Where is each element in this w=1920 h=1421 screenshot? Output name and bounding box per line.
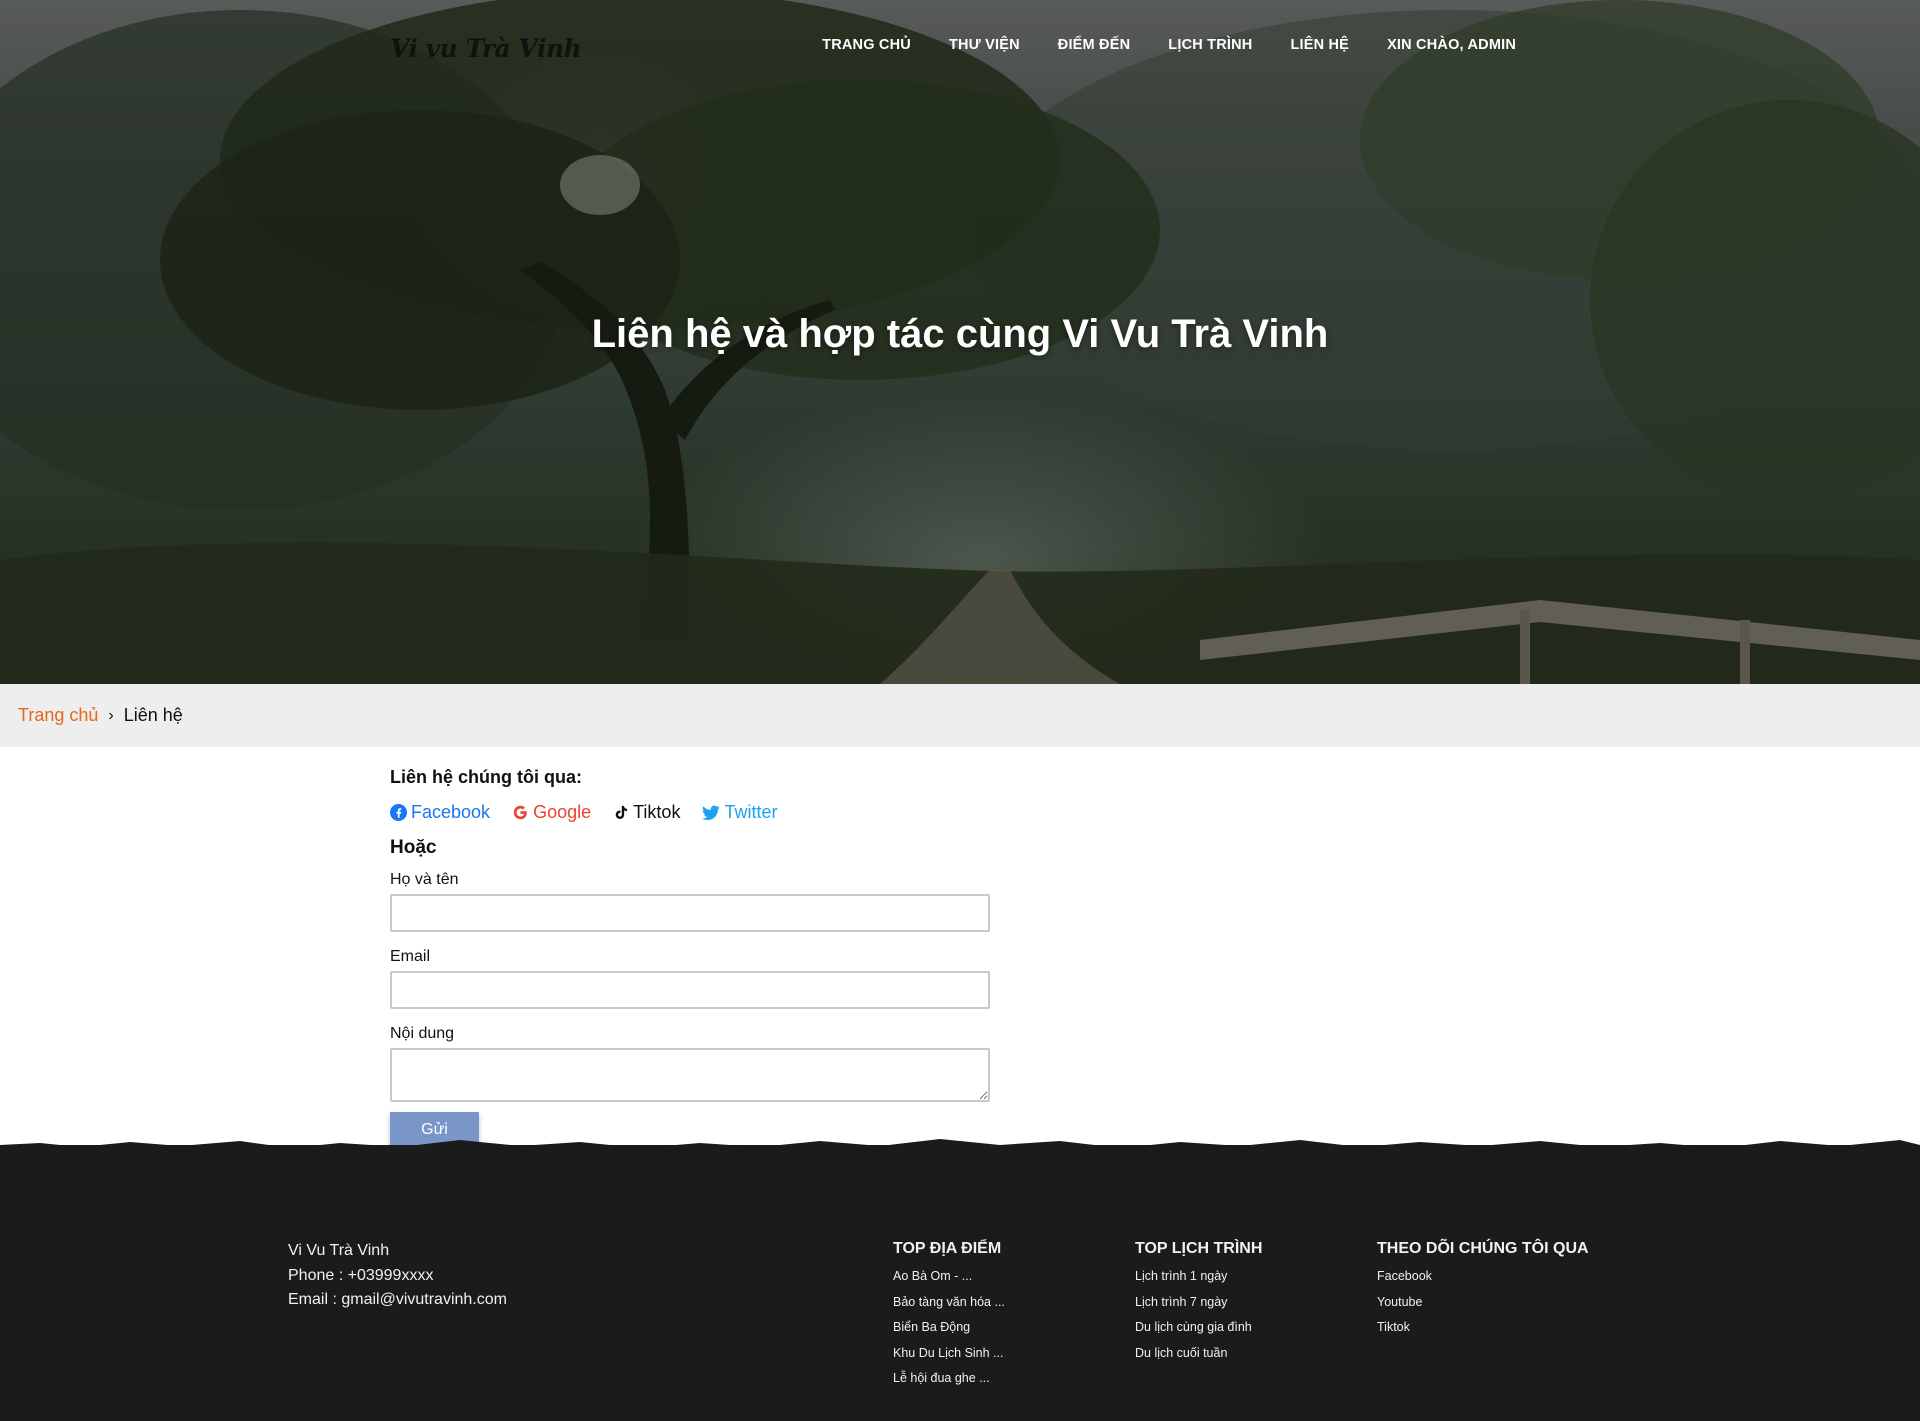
contact-heading: Liên hệ chúng tôi qua: (390, 767, 582, 787)
nav-item-library[interactable]: THƯ VIỆN (949, 37, 1020, 53)
google-icon (513, 805, 527, 820)
tiktok-icon (615, 805, 628, 819)
main-nav: TRANG CHỦ THƯ VIỆN ĐIỂM ĐẾN LỊCH TRÌNH L… (822, 37, 1516, 53)
contact-form-container: Liên hệ chúng tôi qua: Facebook Google T… (390, 767, 990, 1148)
footer-column-title: TOP ĐỊA ĐIỂM (893, 1240, 1002, 1257)
footer-link[interactable]: Bảo tàng văn hóa ... (893, 1295, 1005, 1309)
contact-section: Liên hệ chúng tôi qua: Facebook Google T… (0, 747, 1920, 1148)
list-item: Ao Bà Om - ... (893, 1264, 1005, 1290)
twitter-link[interactable]: Twitter (702, 802, 777, 823)
footer-link[interactable]: Lịch trình 7 ngày (1135, 1295, 1227, 1309)
list-item: Du lịch cùng gia đình (1135, 1315, 1262, 1341)
page-title: Liên hệ và hợp tác cùng Vi Vu Trà Vinh (591, 312, 1329, 356)
footer-contact-info: Vi Vu Trà Vinh Phone : +03999xxxx Email … (288, 1239, 507, 1313)
email-input[interactable] (390, 971, 990, 1009)
footer-link[interactable]: Lễ hội đua ghe ... (893, 1371, 990, 1385)
breadcrumb: Trang chủ › Liên hệ (0, 684, 1920, 747)
list-item: Lịch trình 1 ngày (1135, 1264, 1262, 1290)
footer-phone: Phone : +03999xxxx (288, 1266, 434, 1284)
footer: Vi Vu Trà Vinh Phone : +03999xxxx Email … (0, 1139, 1920, 1421)
footer-link[interactable]: Du lịch cùng gia đình (1135, 1320, 1252, 1334)
google-link[interactable]: Google (512, 802, 591, 823)
social-links: Facebook Google Tiktok Twitter (390, 802, 990, 823)
footer-top-itineraries: TOP LỊCH TRÌNH Lịch trình 1 ngày Lịch tr… (1135, 1240, 1262, 1366)
facebook-link[interactable]: Facebook (390, 802, 490, 823)
nav-item-account[interactable]: XIN CHÀO, ADMIN (1387, 37, 1516, 53)
footer-link[interactable]: Lịch trình 1 ngày (1135, 1269, 1227, 1283)
twitter-icon (702, 805, 721, 820)
nav-item-itinerary[interactable]: LỊCH TRÌNH (1168, 37, 1252, 53)
google-label: Google (533, 802, 592, 822)
tiktok-label: Tiktok (633, 802, 681, 822)
email-label: Email (390, 948, 431, 965)
nav-item-home[interactable]: TRANG CHỦ (822, 37, 911, 53)
list-item: Facebook (1377, 1264, 1589, 1290)
facebook-label: Facebook (411, 802, 491, 822)
list-item: Biển Ba Động (893, 1315, 1005, 1341)
content-textarea[interactable] (390, 1048, 990, 1102)
footer-column-title: THEO DÕI CHÚNG TÔI QUA (1377, 1240, 1589, 1257)
footer-link[interactable]: Ao Bà Om - ... (893, 1269, 972, 1283)
hero-banner: Vi vu Trà Vinh TRANG CHỦ THƯ VIỆN ĐIỂM Đ… (0, 0, 1920, 684)
list-item: Youtube (1377, 1290, 1589, 1316)
footer-link[interactable]: Youtube (1377, 1295, 1422, 1309)
footer-site-name: Vi Vu Trà Vinh (288, 1242, 390, 1259)
or-divider: Hoặc (390, 837, 437, 858)
footer-email: Email : gmail@vivutravinh.com (288, 1291, 507, 1308)
footer-link[interactable]: Facebook (1377, 1269, 1432, 1283)
list-item: Lễ hội đua ghe ... (893, 1366, 1005, 1392)
breadcrumb-separator: › (108, 706, 114, 724)
footer-link[interactable]: Khu Du Lịch Sinh ... (893, 1346, 1003, 1360)
content-label: Nội dung (390, 1025, 455, 1042)
tiktok-link[interactable]: Tiktok (613, 802, 680, 823)
list-item: Khu Du Lịch Sinh ... (893, 1341, 1005, 1367)
name-input[interactable] (390, 894, 990, 932)
footer-link[interactable]: Du lịch cuối tuần (1135, 1346, 1227, 1360)
list-item: Lịch trình 7 ngày (1135, 1290, 1262, 1316)
breadcrumb-home-link[interactable]: Trang chủ (18, 705, 98, 726)
footer-column-title: TOP LỊCH TRÌNH (1135, 1240, 1263, 1257)
nav-item-contact[interactable]: LIÊN HỆ (1290, 37, 1349, 53)
name-label: Họ và tên (390, 871, 459, 888)
list-item: Du lịch cuối tuần (1135, 1341, 1262, 1367)
footer-top-places: TOP ĐỊA ĐIỂM Ao Bà Om - ... Bảo tàng văn… (893, 1240, 1005, 1392)
facebook-icon (390, 804, 407, 821)
footer-torn-edge (0, 1139, 1920, 1161)
nav-item-destinations[interactable]: ĐIỂM ĐẾN (1058, 37, 1131, 53)
breadcrumb-current: Liên hệ (123, 705, 183, 725)
footer-link[interactable]: Tiktok (1377, 1320, 1410, 1334)
twitter-label: Twitter (724, 802, 778, 822)
list-item: Tiktok (1377, 1315, 1589, 1341)
site-logo[interactable]: Vi vu Trà Vinh (390, 34, 582, 63)
footer-follow-us: THEO DÕI CHÚNG TÔI QUA Facebook Youtube … (1377, 1240, 1589, 1341)
footer-link[interactable]: Biển Ba Động (893, 1320, 970, 1334)
list-item: Bảo tàng văn hóa ... (893, 1290, 1005, 1316)
